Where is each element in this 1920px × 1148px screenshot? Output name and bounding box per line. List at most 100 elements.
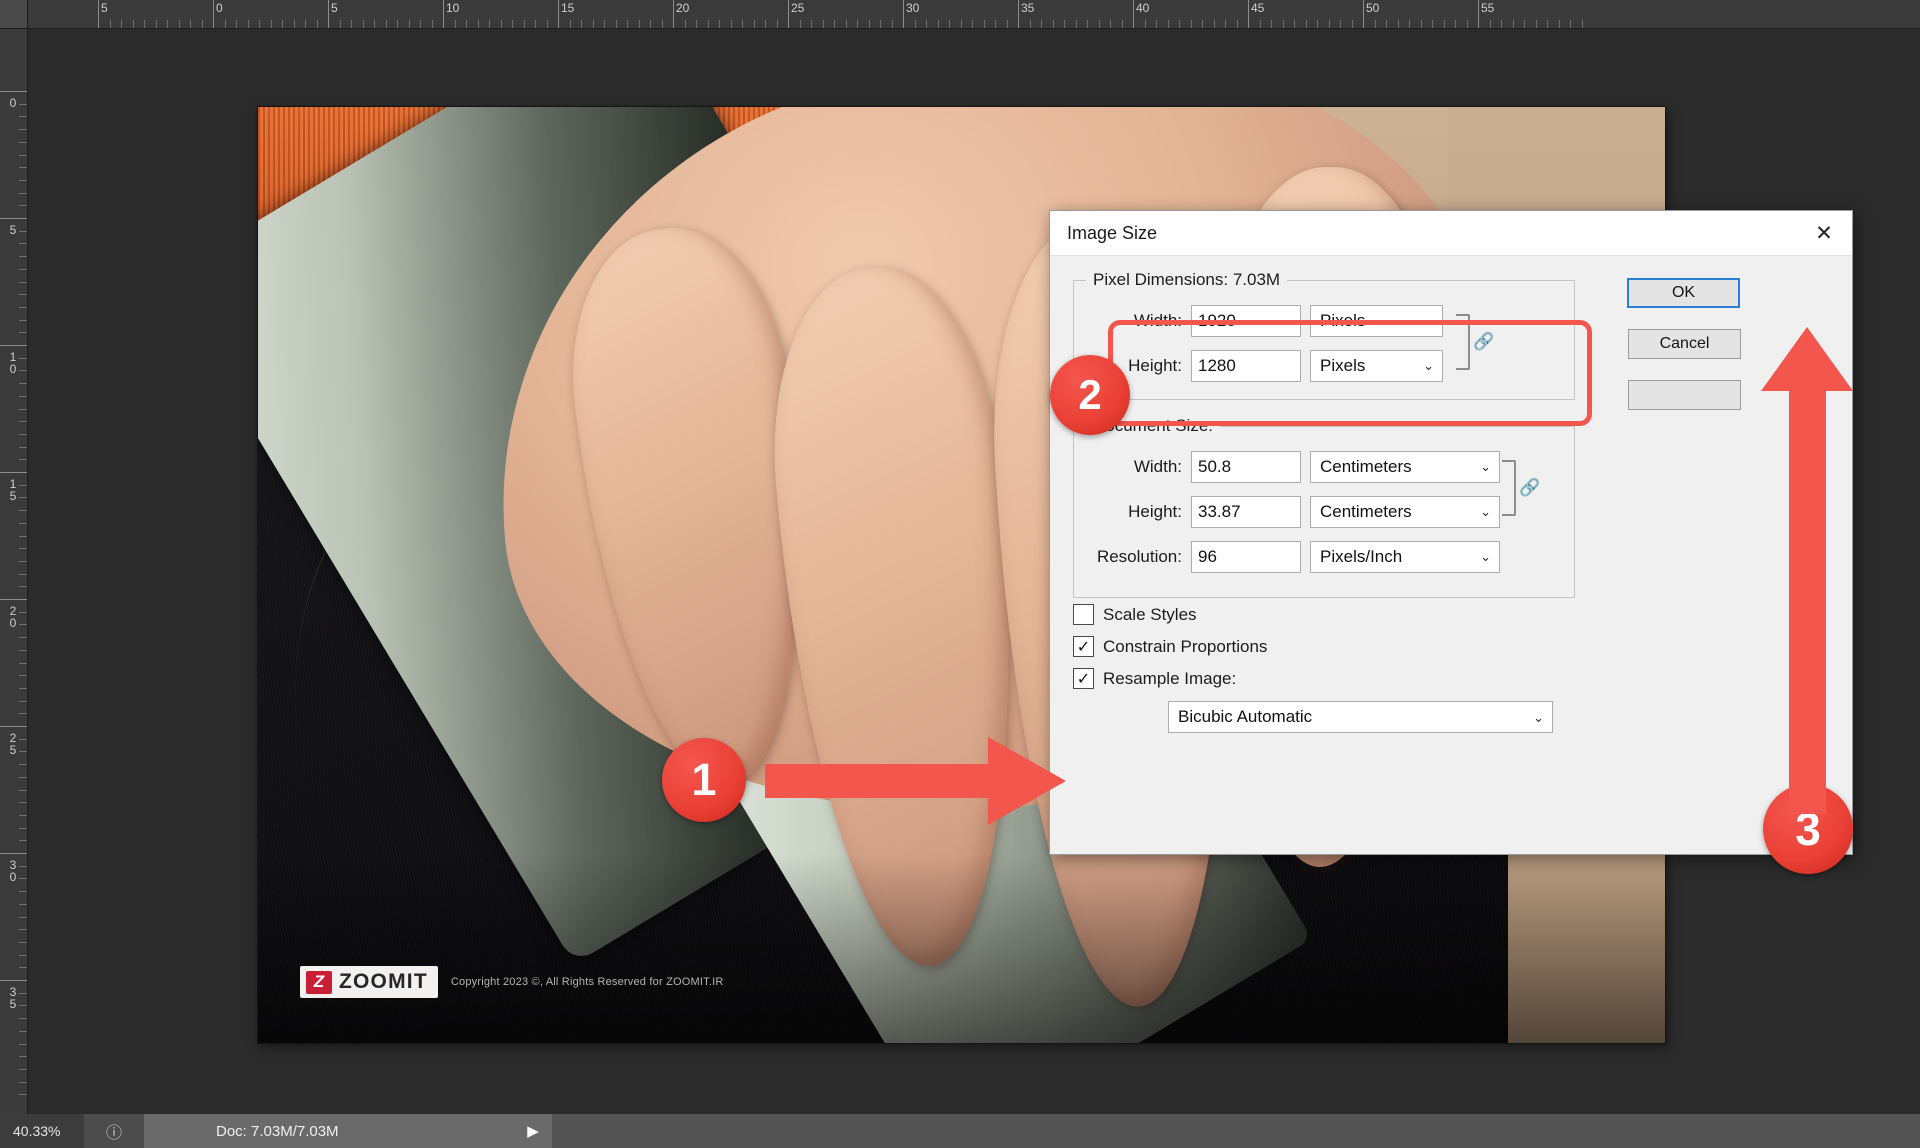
ruler-tick-minor [1547, 20, 1548, 28]
ruler-tick-minor [1190, 20, 1192, 28]
resolution-unit-select[interactable]: Pixels/Inch ⌄ [1310, 540, 1500, 573]
resample-method-select[interactable]: Bicubic Automatic ⌄ [1168, 701, 1553, 733]
resolution-input[interactable]: 96 [1191, 540, 1301, 573]
ruler-tick-minor [420, 20, 421, 28]
ruler-tick-minor [19, 941, 27, 943]
scale-styles-checkbox[interactable] [1073, 604, 1094, 625]
resolution-row: Resolution: 96 Pixels/Inch ⌄ [1080, 540, 1500, 573]
doc-width-input[interactable]: 50.8 [1191, 450, 1301, 483]
ruler-tick-minor [822, 20, 824, 28]
clock-icon[interactable]: ⓘ [84, 1114, 144, 1148]
ruler-tick-minor [282, 20, 283, 28]
ruler-tick-minor [707, 20, 709, 28]
ruler-tick-minor [569, 20, 571, 28]
watermark: Z ZOOMIT Copyright 2023 ©, All Rights Re… [300, 966, 723, 998]
ruler-tick-minor [19, 903, 27, 905]
horizontal-ruler[interactable]: 5 0 5 10 15 20 25 30 35 40 45 50 55 [28, 0, 1920, 29]
ruler-tick-minor [305, 20, 306, 28]
pixel-width-label: Width: [1133, 310, 1182, 330]
scale-styles-row[interactable]: Scale Styles [1073, 604, 1197, 625]
ruler-tick-minor [868, 20, 870, 28]
ruler-tick-minor [1029, 20, 1031, 28]
ruler-tick-minor [1075, 20, 1077, 28]
ruler-tick-minor [19, 814, 27, 816]
ruler-tick-minor [914, 20, 916, 28]
chevron-down-icon: ⌄ [1480, 549, 1491, 564]
ruler-label: 15 [561, 1, 575, 15]
ruler-tick-major [0, 218, 27, 219]
doc-height-label: Height: [1128, 501, 1182, 521]
doc-height-unit-value: Centimeters [1320, 501, 1412, 521]
auto-button[interactable] [1628, 380, 1741, 410]
ruler-tick-minor [546, 20, 548, 28]
ruler-tick-minor [1202, 20, 1203, 28]
ruler-tick-minor [19, 840, 27, 842]
pixel-height-input[interactable]: 1280 [1191, 349, 1301, 382]
ruler-tick-minor [19, 408, 27, 410]
ruler-corner[interactable] [0, 0, 28, 29]
ruler-tick-minor [293, 20, 295, 28]
ruler-tick-minor [19, 713, 27, 715]
ruler-tick-minor [1064, 20, 1065, 28]
status-expand-icon[interactable]: ▶ [514, 1114, 552, 1148]
chevron-down-icon: ⌄ [1423, 313, 1434, 328]
ruler-tick-minor [937, 20, 939, 28]
ruler-label: 5 [6, 223, 20, 235]
constrain-proportions-checkbox[interactable]: ✓ [1073, 636, 1094, 657]
constrain-proportions-row[interactable]: ✓ Constrain Proportions [1073, 636, 1267, 657]
ruler-tick-minor [19, 357, 27, 359]
doc-width-unit-select[interactable]: Centimeters ⌄ [1310, 450, 1500, 483]
zoom-level[interactable]: 40.33% [0, 1114, 84, 1148]
ruler-tick-minor [1432, 20, 1433, 28]
ruler-tick-minor [374, 20, 375, 28]
ruler-tick-minor [259, 20, 260, 28]
doc-constrain-chain: 🔗 [1502, 460, 1540, 516]
doc-size-status: Doc: 7.03M/7.03M [144, 1114, 514, 1148]
ruler-tick-minor [19, 954, 27, 956]
ruler-tick-minor [857, 20, 858, 28]
resample-image-row[interactable]: ✓ Resample Image: [1073, 668, 1236, 689]
ruler-tick-minor [972, 20, 973, 28]
ruler-label: 10 [446, 1, 460, 15]
ruler-tick-minor [19, 1005, 27, 1007]
ok-button[interactable]: OK [1627, 278, 1740, 308]
ruler-tick-minor [581, 20, 582, 28]
ruler-tick-minor [19, 751, 27, 753]
vertical-ruler[interactable]: 0 5 10 15 20 25 30 35 [0, 29, 28, 1114]
ruler-tick-minor [650, 20, 651, 28]
ruler-label: 25 [6, 731, 20, 755]
ruler-tick-minor [1570, 20, 1571, 28]
ruler-tick-major [0, 853, 27, 854]
ruler-tick-minor [19, 294, 27, 296]
ruler-tick-minor [1501, 20, 1502, 28]
dialog-titlebar[interactable]: Image Size ✕ [1050, 211, 1852, 256]
ruler-tick-minor [627, 20, 628, 28]
ruler-tick-minor [431, 20, 433, 28]
resolution-unit-value: Pixels/Inch [1320, 546, 1403, 566]
ruler-tick-minor [1397, 20, 1399, 28]
ruler-tick-minor [489, 20, 490, 28]
ruler-tick-minor [247, 20, 249, 28]
annotation-arrow-3-head [1761, 327, 1853, 391]
pixel-width-unit-select[interactable]: Pixels ⌄ [1310, 304, 1443, 337]
ruler-tick-minor [1156, 20, 1157, 28]
cancel-button[interactable]: Cancel [1628, 329, 1741, 359]
constrain-proportions-label: Constrain Proportions [1103, 636, 1268, 656]
ruler-tick-minor [190, 20, 191, 28]
doc-height-input[interactable]: 33.87 [1191, 495, 1301, 528]
resample-image-checkbox[interactable]: ✓ [1073, 668, 1094, 689]
pixel-width-input[interactable]: 1920 [1191, 304, 1301, 337]
pixel-height-unit-select[interactable]: Pixels ⌄ [1310, 349, 1443, 382]
ruler-tick-minor [19, 878, 27, 880]
ruler-tick-minor [19, 205, 27, 207]
ruler-tick-minor [19, 268, 27, 270]
doc-height-unit-select[interactable]: Centimeters ⌄ [1310, 495, 1500, 528]
ruler-tick-minor [19, 535, 27, 537]
ruler-tick-minor [19, 141, 27, 143]
close-icon[interactable]: ✕ [1796, 211, 1852, 255]
watermark-copyright: Copyright 2023 ©, All Rights Reserved fo… [450, 976, 724, 988]
ruler-tick-minor [1236, 20, 1238, 28]
ruler-tick-minor [19, 802, 27, 804]
ruler-tick-minor [661, 20, 663, 28]
ruler-tick-minor [1041, 20, 1042, 28]
